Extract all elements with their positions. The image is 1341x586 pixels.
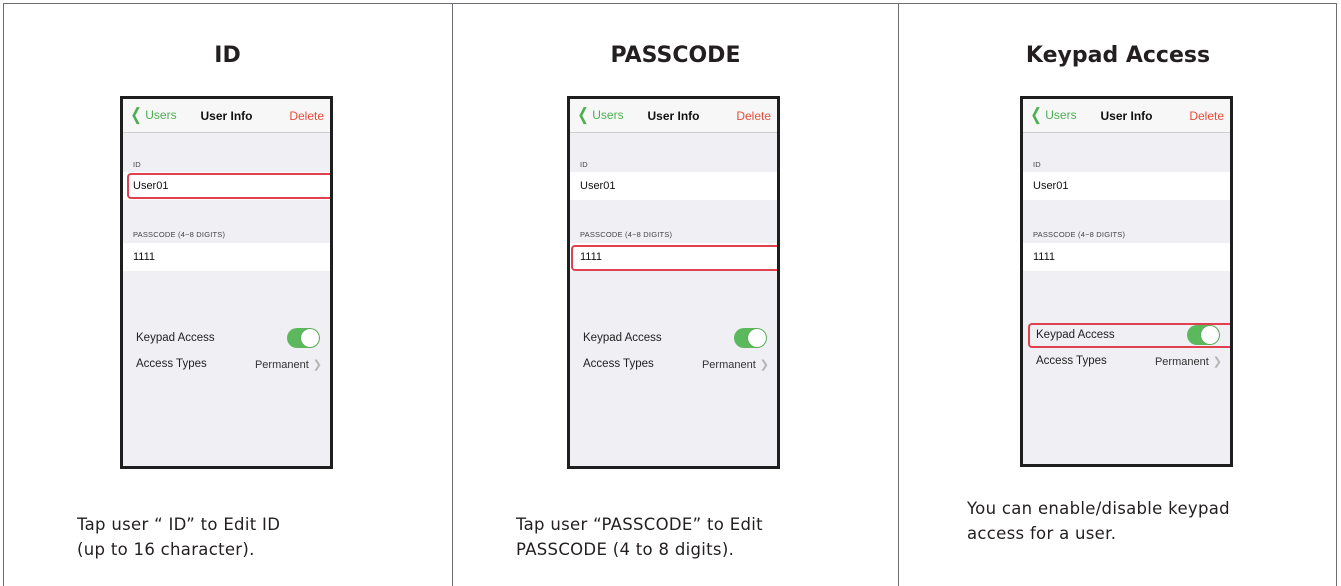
access-types-value: Permanent [254, 358, 309, 371]
nav-bar: ❮ Users User Info Delete [123, 99, 330, 133]
access-types-label: Access Types [1036, 355, 1107, 367]
caption-line-2: (up to 16 character). [77, 540, 255, 559]
caption-line-2: PASSCODE (4 to 8 digits). [516, 540, 735, 559]
id-value: User01 [1033, 180, 1069, 192]
passcode-field[interactable]: 1111 [1023, 243, 1230, 271]
passcode-section-label: PASSCODE (4~8 DIGITS) [580, 230, 673, 239]
delete-button[interactable]: Delete [1189, 109, 1224, 123]
chevron-right-icon: ❯ [312, 359, 322, 371]
caption: Tap user “ ID” to Edit ID (up to 16 char… [77, 512, 280, 562]
caption-line-2: access for a user. [967, 524, 1117, 543]
caption-line-1: Tap user “PASSCODE” to Edit [516, 515, 763, 534]
access-types-row[interactable]: Access Types Permanent ❯ [123, 351, 330, 377]
keypad-access-label: Keypad Access [136, 332, 215, 344]
passcode-section-label: PASSCODE (4~8 DIGITS) [133, 230, 226, 239]
keypad-access-label: Keypad Access [583, 332, 662, 344]
access-types-label: Access Types [136, 358, 207, 370]
keypad-access-toggle[interactable] [287, 328, 320, 348]
column-id: ID ❮ Users User Info Delete ID User01 PA… [3, 3, 452, 586]
caption-line-1: You can enable/disable keypad [967, 499, 1230, 518]
keypad-access-toggle[interactable] [734, 328, 767, 348]
phone-screen: ❮ Users User Info Delete ID User01 PASSC… [567, 96, 780, 469]
id-field[interactable]: User01 [570, 172, 777, 200]
caption-line-1: Tap user “ ID” to Edit ID [77, 515, 281, 534]
caption: You can enable/disable keypad access for… [967, 496, 1230, 546]
toggle-knob [748, 329, 766, 347]
nav-bar: ❮ Users User Info Delete [570, 99, 777, 133]
access-types-value: Permanent [1154, 355, 1209, 368]
access-types-row[interactable]: Access Types Permanent ❯ [1023, 348, 1230, 374]
passcode-section-label: PASSCODE (4~8 DIGITS) [1033, 230, 1126, 239]
id-section-label: ID [1033, 160, 1041, 169]
passcode-value: 1111 [1033, 251, 1056, 263]
column-title: Keypad Access [1025, 43, 1211, 68]
toggle-knob [301, 329, 319, 347]
chevron-right-icon: ❯ [1212, 356, 1222, 368]
delete-button[interactable]: Delete [289, 109, 324, 123]
passcode-value: 1111 [133, 251, 156, 263]
id-section-label: ID [580, 160, 588, 169]
id-field[interactable]: User01 [1023, 172, 1230, 200]
access-types-value: Permanent [701, 358, 756, 371]
keypad-access-row: Keypad Access [123, 325, 330, 351]
delete-button[interactable]: Delete [736, 109, 771, 123]
id-section-label: ID [133, 160, 141, 169]
phone-screen: ❮ Users User Info Delete ID User01 PASSC… [1020, 96, 1233, 467]
id-value: User01 [580, 180, 616, 192]
access-types-label: Access Types [583, 358, 654, 370]
access-types-row[interactable]: Access Types Permanent ❯ [570, 351, 777, 377]
passcode-highlight [571, 245, 777, 271]
keypad-access-row: Keypad Access [570, 325, 777, 351]
column-passcode: PASSCODE ❮ Users User Info Delete ID Use… [453, 3, 898, 586]
chevron-right-icon: ❯ [759, 359, 769, 371]
caption: Tap user “PASSCODE” to Edit PASSCODE (4 … [516, 512, 763, 562]
passcode-field[interactable]: 1111 [123, 243, 330, 271]
column-keypad-access: Keypad Access ❮ Users User Info Delete I… [899, 3, 1337, 586]
nav-bar: ❮ Users User Info Delete [1023, 99, 1230, 133]
column-title: ID [214, 43, 241, 68]
keypad-access-highlight [1028, 323, 1230, 348]
id-highlight [127, 173, 330, 199]
phone-screen: ❮ Users User Info Delete ID User01 PASSC… [120, 96, 333, 469]
column-title: PASSCODE [610, 43, 741, 68]
